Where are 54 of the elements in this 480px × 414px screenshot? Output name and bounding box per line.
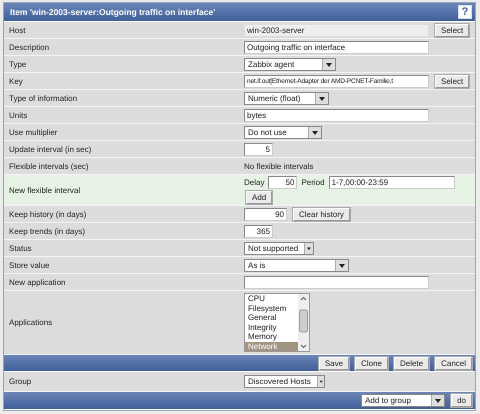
dropdown[interactable]: As is [244,258,349,272]
field-label: Status [8,244,33,252]
list-option[interactable]: Integrity [245,322,298,332]
field-label: Flexible intervals (sec) [8,162,90,170]
field-label: New flexible interval [8,186,82,194]
field-label: Host [8,26,26,34]
field-label: Type of information [8,94,78,102]
list-option[interactable]: General [245,313,298,322]
text-field[interactable]: bytes [244,108,429,122]
field-label: Description [8,42,50,52]
list-option[interactable]: CPU [245,294,298,304]
host-field[interactable]: win-2003-server [244,24,429,36]
action-dropdown[interactable]: Add to group [361,394,446,407]
period-field[interactable]: 1-7,00:00-23:59 [328,176,455,189]
field-label: Units [8,110,28,120]
dropdown[interactable]: Numeric (float) [244,92,329,104]
applications-listbox[interactable]: CPU Filesystem General Integrity Memory Network [244,293,310,352]
field-label: Group [8,377,32,386]
field-label: Applications [8,318,54,327]
action-button[interactable]: Cancel [435,356,472,370]
text-field[interactable] [244,276,429,288]
field-label: New application [8,278,66,286]
select-button[interactable]: Select [435,74,470,88]
number-field[interactable]: 5 [244,142,273,156]
dropdown[interactable]: Not supported [244,242,314,254]
delay-field[interactable]: 50 [268,176,298,189]
dropdown[interactable]: Zabbix agent [244,58,336,70]
delay-label: Delay [244,178,264,187]
select-button[interactable]: Select [435,24,470,36]
field-label: Use multiplier [8,128,58,136]
number-field[interactable]: 365 [244,224,273,238]
field-label: Store value [8,260,50,270]
text-field[interactable]: Outgoing traffic on interface [244,40,429,54]
action-button[interactable]: Save [318,356,350,370]
list-option[interactable]: Memory [245,332,298,342]
dropdown[interactable]: Do not use [244,126,322,138]
clear-history-button[interactable]: Clear history [293,208,350,220]
field-label: Type [8,60,28,68]
scrollbar-icon[interactable] [298,294,309,351]
help-icon[interactable]: ? [458,5,472,19]
window-title: Item 'win-2003-server:Outgoing traffic on interface' [10,7,216,17]
add-button[interactable]: Add [246,191,272,204]
field-label: Keep trends (in days) [8,226,86,236]
group-dropdown[interactable]: Discovered Hosts [244,375,325,388]
flexible-intervals-text: No flexible intervals [244,162,314,170]
list-option[interactable]: Filesystem [245,304,298,313]
action-button[interactable]: Delete [394,356,430,370]
field-label: Keep history (in days) [8,210,88,218]
action-button[interactable]: Clone [355,356,388,370]
period-label: Period [301,178,325,187]
number-field[interactable]: 90 [244,208,287,220]
field-label: Update interval (in sec) [8,144,92,154]
field-label: Key [8,76,24,86]
do-button[interactable]: do [451,394,472,407]
